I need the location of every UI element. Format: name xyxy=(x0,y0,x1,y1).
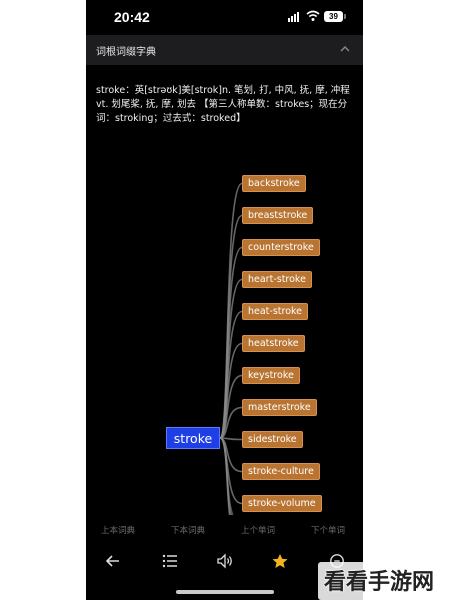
header-title: 词根词缀字典 xyxy=(96,47,156,58)
battery-icon: 39 xyxy=(324,11,346,22)
mindmap-child-node[interactable]: backstroke xyxy=(242,175,306,192)
wifi-icon xyxy=(306,10,320,21)
word-mindmap: stroke backstroke breaststroke counterstro… xyxy=(86,165,363,515)
word-definition: stroke：英[strəʊk]美[strok]n. 笔划, 打, 中风, 抚,… xyxy=(96,85,350,124)
home-indicator xyxy=(176,590,274,594)
list-icon[interactable] xyxy=(161,553,179,569)
tab-previous-dictionary[interactable]: 上本词典 xyxy=(88,524,148,536)
mindmap-child-node[interactable]: heatstroke xyxy=(242,335,305,352)
mindmap-child-node[interactable]: stroke-culture xyxy=(242,463,320,480)
status-time: 20:42 xyxy=(114,9,150,25)
tab-previous-word[interactable]: 上个单词 xyxy=(228,524,288,536)
speaker-icon[interactable] xyxy=(216,553,234,569)
phone-screen: 20:42 39 词根词缀字典 stroke：英[strəʊk]美[strok]… xyxy=(86,0,363,600)
tab-next-word[interactable]: 下个单词 xyxy=(298,524,358,536)
mindmap-child-node[interactable]: heart-stroke xyxy=(242,271,312,288)
chevron-up-icon[interactable] xyxy=(339,44,351,54)
mindmap-root-node[interactable]: stroke xyxy=(166,427,220,449)
signal-icon xyxy=(288,12,301,22)
mindmap-child-node[interactable]: stroke-volume xyxy=(242,495,322,512)
mindmap-child-node[interactable]: heat-stroke xyxy=(242,303,309,320)
mindmap-connectors xyxy=(219,182,243,515)
star-icon[interactable] xyxy=(271,553,289,569)
dictionary-header[interactable]: 词根词缀字典 xyxy=(86,35,363,65)
mindmap-child-node[interactable]: sidestroke xyxy=(242,431,303,448)
watermark-logo: 看看手游网 xyxy=(318,562,439,600)
bottom-tabs: 上本词典 下本词典 上个单词 下个单词 xyxy=(86,520,363,540)
mindmap-child-node[interactable]: masterstroke xyxy=(242,399,317,416)
mindmap-child-node[interactable]: counterstroke xyxy=(242,239,320,256)
status-bar: 20:42 39 xyxy=(86,0,363,34)
tab-next-dictionary[interactable]: 下本词典 xyxy=(158,524,218,536)
back-arrow-icon[interactable] xyxy=(104,553,122,569)
mindmap-child-node[interactable]: keystroke xyxy=(242,367,300,384)
mindmap-child-node[interactable]: breaststroke xyxy=(242,207,314,224)
